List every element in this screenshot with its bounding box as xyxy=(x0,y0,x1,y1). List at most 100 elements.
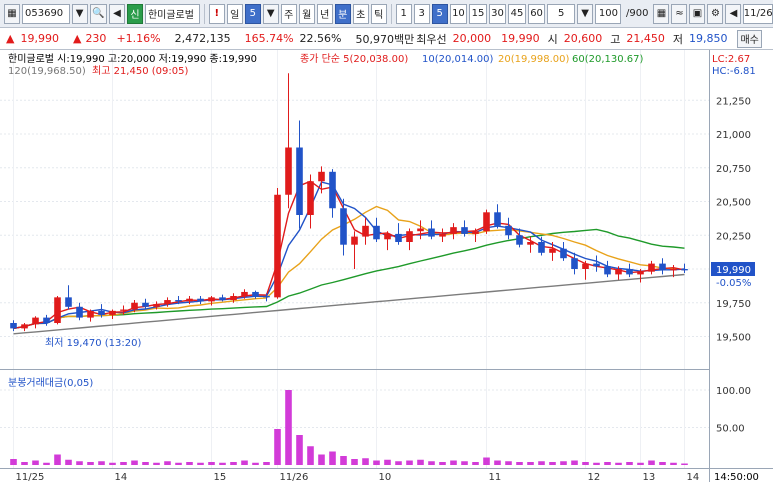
interval-5[interactable]: 5 xyxy=(431,3,448,24)
volume-bar xyxy=(252,462,259,465)
interval-dropdown[interactable]: ▼ xyxy=(577,3,594,24)
candle-body xyxy=(87,310,94,318)
time-corner: 14:50:00 xyxy=(714,472,759,483)
time-tick-label: 11 xyxy=(489,472,502,483)
period-num-button[interactable]: 5 xyxy=(244,3,261,24)
candle-body xyxy=(263,296,270,298)
compare-icon[interactable]: ≈ xyxy=(671,3,688,24)
save-icon[interactable]: ▣ xyxy=(689,3,706,24)
period-day-button[interactable]: 일 xyxy=(226,3,243,24)
volume-bar xyxy=(197,462,204,465)
volume-bar xyxy=(648,460,655,465)
candle-body xyxy=(670,269,677,271)
change-percent: +1.16% xyxy=(116,32,161,45)
alert-button[interactable]: ! xyxy=(208,3,225,24)
volume-title: 분봉거래대금(0,05) xyxy=(8,377,93,389)
volume-bar xyxy=(285,390,292,465)
candle-body xyxy=(637,271,644,275)
period-week[interactable]: 주 xyxy=(280,3,297,24)
back-icon[interactable]: ◀ xyxy=(108,3,125,24)
interval-30[interactable]: 30 xyxy=(488,3,507,24)
period-month[interactable]: 월 xyxy=(298,3,315,24)
volume-bar xyxy=(21,462,28,465)
volume-bar xyxy=(43,462,50,465)
volume-bar xyxy=(461,461,468,465)
candle-body xyxy=(626,269,633,275)
candle-body xyxy=(417,228,424,232)
period-tick[interactable]: 틱 xyxy=(370,3,387,24)
ma60-legend: 60(20,130.67) xyxy=(572,54,644,65)
high-marker-label: 최고 21,450 (09:05) xyxy=(92,65,188,77)
price-chart[interactable]: 21,25021,00020,75020,50020,25020,00019,7… xyxy=(0,50,773,485)
volume-bar xyxy=(296,435,303,465)
candle-body xyxy=(571,258,578,269)
dropdown-icon[interactable]: ▼ xyxy=(71,3,88,24)
volume-bar xyxy=(164,461,171,465)
high-price: 21,450 xyxy=(626,32,665,45)
candle-body xyxy=(615,269,622,275)
candle-body xyxy=(549,248,556,253)
volume-bar xyxy=(186,462,193,465)
stock-code-input[interactable]: 053690 xyxy=(22,3,70,24)
gear-icon[interactable]: ⚙ xyxy=(707,3,724,24)
interval-45[interactable]: 45 xyxy=(508,3,526,24)
candle-body xyxy=(450,227,457,234)
layout-icon[interactable]: ▦ xyxy=(4,3,20,24)
interval-15[interactable]: 15 xyxy=(469,3,487,24)
volume-bar xyxy=(142,462,149,465)
interval-10[interactable]: 10 xyxy=(449,3,468,24)
candle-body xyxy=(296,147,303,215)
volume-tick-label: 50.00 xyxy=(716,424,745,435)
volume-tick-label: 100.00 xyxy=(716,386,751,397)
prev-icon[interactable]: ◀ xyxy=(725,3,742,24)
count-total: /900 xyxy=(625,8,649,19)
volume-bar xyxy=(76,461,83,465)
open-price: 20,600 xyxy=(563,32,603,45)
volume-bar xyxy=(428,461,435,465)
volume-bar xyxy=(681,463,688,465)
candle-body xyxy=(527,242,534,245)
candle-body xyxy=(604,266,611,275)
date-field[interactable]: 11/26 xyxy=(743,3,773,24)
chart-settings-icon[interactable]: ▦ xyxy=(653,3,670,24)
volume-bar xyxy=(329,451,336,465)
price-down-icon: ▲ xyxy=(6,32,15,45)
interval-1[interactable]: 1 xyxy=(395,3,412,24)
interval-3[interactable]: 3 xyxy=(413,3,430,24)
change-up-icon: ▲ xyxy=(72,32,82,45)
interval-60[interactable]: 60 xyxy=(527,3,546,24)
quote-bar: ▲ 19,990 ▲ 230 +1.16% 2,472,135 165.74% … xyxy=(0,28,773,50)
change-value: 230 xyxy=(85,32,107,45)
volume-bar xyxy=(208,462,215,465)
volume-bar xyxy=(10,459,17,465)
count-input[interactable]: 100 xyxy=(595,3,621,24)
period-year[interactable]: 년 xyxy=(316,3,333,24)
volume-bar xyxy=(32,460,39,465)
candle-body xyxy=(351,236,358,245)
volume-bar xyxy=(571,460,578,465)
volume-bar xyxy=(659,462,666,465)
period-minute[interactable]: 분 xyxy=(334,3,351,24)
stock-name[interactable]: 한미글로벌 xyxy=(144,3,200,24)
buy-button[interactable]: 매수 xyxy=(737,29,762,48)
interval-select[interactable]: 5 xyxy=(547,3,576,24)
search-icon[interactable]: 🔍 xyxy=(89,3,107,24)
volume-bar xyxy=(307,446,314,465)
volume-bar xyxy=(604,462,611,465)
candle-body xyxy=(648,263,655,272)
hc-label: HC:-6.81 xyxy=(712,66,756,77)
candle-body xyxy=(43,317,50,323)
volume-bar xyxy=(54,454,61,465)
volume-bar xyxy=(87,462,94,465)
price-tick-label: 19,500 xyxy=(716,333,751,344)
period-dropdown[interactable]: ▼ xyxy=(262,3,279,24)
candle-body xyxy=(21,324,28,329)
time-tick-label: 11/25 xyxy=(16,472,45,483)
candle-body xyxy=(164,300,171,305)
candle-body xyxy=(10,323,17,329)
volume-bar xyxy=(439,462,446,465)
ma120-legend: 120(19,968.50) xyxy=(8,66,86,77)
volume-bar xyxy=(450,460,457,465)
period-second[interactable]: 초 xyxy=(352,3,369,24)
volume-bar xyxy=(395,461,402,465)
